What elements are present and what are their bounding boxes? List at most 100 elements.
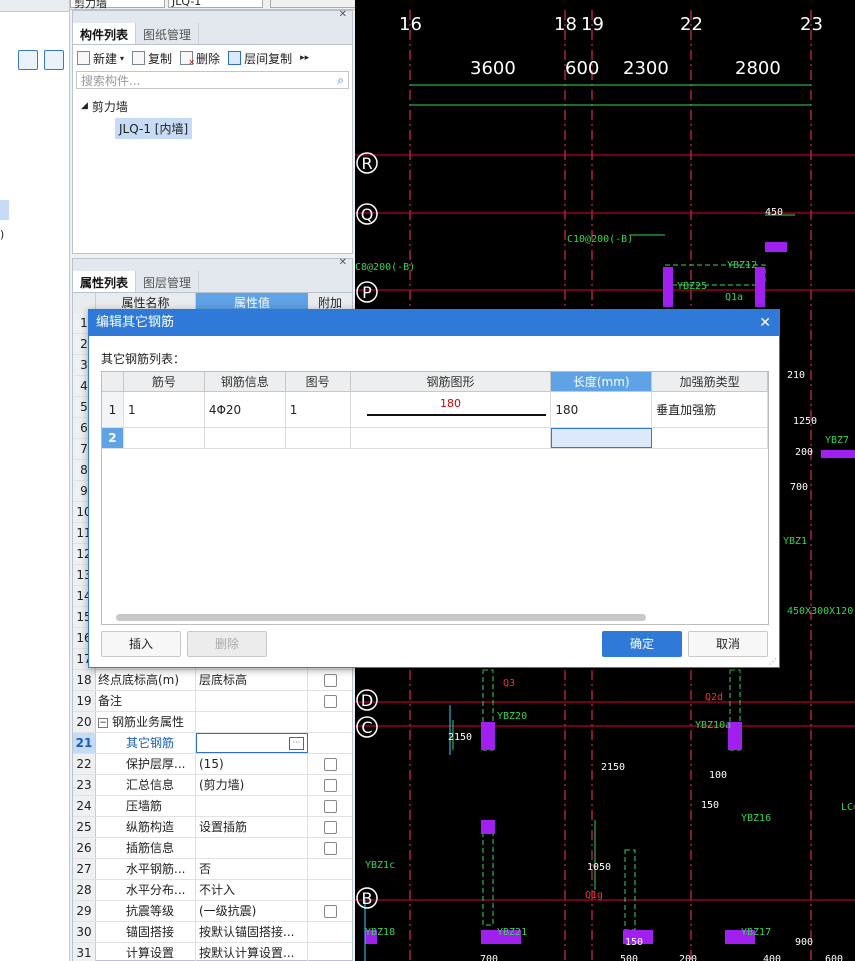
property-value[interactable]: (15) xyxy=(196,754,308,774)
checkbox[interactable] xyxy=(323,694,337,708)
checkbox[interactable] xyxy=(323,799,337,813)
floor-copy-button[interactable]: 层间复制 xyxy=(228,50,292,67)
property-row[interactable]: 27 水平钢筋... 否 xyxy=(73,859,352,880)
resize-grip-icon[interactable]: ⋰ xyxy=(769,657,777,666)
search-input[interactable]: 搜索构件... ⌕ xyxy=(76,71,349,89)
insert-button[interactable]: 插入 xyxy=(101,631,181,657)
property-row[interactable]: 18 终点底标高(m) 层底标高 xyxy=(73,670,352,691)
row-index[interactable]: 23 xyxy=(73,775,96,795)
property-value[interactable]: 否 xyxy=(196,859,308,879)
cell-figure-no[interactable]: 1 xyxy=(286,392,351,427)
row-index[interactable]: 30 xyxy=(73,922,96,942)
cell-rebar-info[interactable]: 4Φ20 xyxy=(205,392,286,427)
floor-select[interactable]: 剪力墙 xyxy=(70,0,165,9)
property-row[interactable]: 30 锚固搭接 按默认锚固搭接... xyxy=(73,922,352,943)
property-row[interactable]: 22 保护层厚... (15) xyxy=(73,754,352,775)
row-index[interactable]: 25 xyxy=(73,817,96,837)
more-button[interactable]: ▸▸ xyxy=(300,53,309,63)
row-index[interactable]: 1 xyxy=(102,392,124,427)
property-row[interactable]: 24 压墙筋 xyxy=(73,796,352,817)
close-icon[interactable]: ✕ xyxy=(759,310,771,336)
new-button[interactable]: 新建 ▾ xyxy=(77,50,124,67)
copy-button[interactable]: 复制 xyxy=(132,50,172,67)
row-index[interactable]: 31 xyxy=(73,943,96,961)
cell-length[interactable]: 180 xyxy=(551,392,653,427)
row-index[interactable]: 22 xyxy=(73,754,96,774)
row-index[interactable]: 21 xyxy=(73,733,96,753)
property-value[interactable] xyxy=(196,691,308,711)
delete-button[interactable]: 删除 xyxy=(180,50,220,67)
tab-layer-management[interactable]: 图层管理 xyxy=(136,271,200,292)
property-value[interactable] xyxy=(196,712,308,732)
property-row[interactable]: 20− 钢筋业务属性 xyxy=(73,712,352,733)
checkbox[interactable] xyxy=(323,904,337,918)
row-index[interactable]: 26 xyxy=(73,838,96,858)
tree-node-shear-wall[interactable]: ◢ 剪力墙 xyxy=(81,95,344,117)
row-index[interactable]: 19 xyxy=(73,691,96,711)
property-value[interactable]: 不计入 xyxy=(196,880,308,900)
checkbox[interactable] xyxy=(323,757,337,771)
property-row[interactable]: 21 其它钢筋 ··· xyxy=(73,733,352,754)
header-rebar-shape[interactable]: 钢筋图形 xyxy=(351,372,552,391)
ok-button[interactable]: 确定 xyxy=(602,631,682,657)
tab-drawing-management[interactable]: 图纸管理 xyxy=(136,23,200,44)
property-row[interactable]: 29 抗震等级 (一级抗震) xyxy=(73,901,352,922)
search-icon[interactable]: ⌕ xyxy=(337,73,344,88)
header-rebar-info[interactable]: 钢筋信息 xyxy=(205,372,286,391)
property-value[interactable]: 按默认锚固搭接... xyxy=(196,922,308,942)
tree-leaf-row[interactable]: JLQ-1 [内墙] xyxy=(81,117,344,139)
row-index[interactable]: 20 xyxy=(73,712,96,732)
tab-component-list[interactable]: 构件列表 xyxy=(73,23,137,44)
list-view-icon[interactable] xyxy=(18,50,38,70)
selected-row-stub[interactable] xyxy=(0,200,9,220)
cell-length[interactable] xyxy=(551,428,653,448)
cell-reinforcement-type[interactable]: 垂直加强筋 xyxy=(652,392,768,427)
checkbox[interactable] xyxy=(323,841,337,855)
delete-button[interactable]: 删除 xyxy=(187,631,267,657)
row-index[interactable]: 24 xyxy=(73,796,96,816)
cell-bar-no[interactable]: 1 xyxy=(124,392,205,427)
close-icon[interactable]: ✕ xyxy=(339,9,347,20)
property-value[interactable] xyxy=(196,796,308,816)
property-value[interactable]: (剪力墙) xyxy=(196,775,308,795)
grid-view-icon[interactable] xyxy=(44,50,64,70)
row-index[interactable]: 18 xyxy=(73,670,96,690)
ellipsis-button[interactable]: ··· xyxy=(289,737,304,750)
cell-bar-no[interactable] xyxy=(124,428,205,448)
collapse-toggle-icon[interactable]: − xyxy=(98,717,108,728)
component-select[interactable]: JLQ-1 xyxy=(168,0,263,8)
property-row[interactable]: 19 备注 xyxy=(73,691,352,712)
checkbox[interactable] xyxy=(323,820,337,834)
cell-rebar-info[interactable] xyxy=(205,428,286,448)
collapse-arrow-icon[interactable]: ◢ xyxy=(81,101,88,111)
tab-property-list[interactable]: 属性列表 xyxy=(73,271,137,292)
cancel-button[interactable]: 取消 xyxy=(688,631,768,657)
property-value[interactable]: 层底标高 xyxy=(196,670,308,690)
row-index[interactable]: 2 xyxy=(102,428,124,448)
header-bar-no[interactable]: 筋号 xyxy=(124,372,205,391)
property-value[interactable] xyxy=(196,838,308,858)
property-value[interactable]: ··· xyxy=(196,733,308,753)
property-row[interactable]: 25 纵筋构造 设置插筋 xyxy=(73,817,352,838)
table-row[interactable]: 2 xyxy=(102,428,768,449)
property-value[interactable]: (一级抗震) xyxy=(196,901,308,921)
property-value[interactable]: 按默认计算设置... xyxy=(196,943,308,961)
cell-rebar-shape[interactable] xyxy=(351,428,552,448)
checkbox[interactable] xyxy=(323,673,337,687)
property-row[interactable]: 26 插筋信息 xyxy=(73,838,352,859)
cell-figure-no[interactable] xyxy=(286,428,351,448)
row-index[interactable]: 27 xyxy=(73,859,96,879)
cell-reinforcement-type[interactable] xyxy=(652,428,768,448)
property-row[interactable]: 23 汇总信息 (剪力墙) xyxy=(73,775,352,796)
row-index[interactable]: 29 xyxy=(73,901,96,921)
header-reinforcement-type[interactable]: 加强筋类型 xyxy=(652,372,768,391)
header-length[interactable]: 长度(mm) xyxy=(551,372,653,391)
property-value[interactable]: 设置插筋 xyxy=(196,817,308,837)
property-row[interactable]: 31 计算设置 按默认计算设置... xyxy=(73,943,352,961)
header-figure-no[interactable]: 图号 xyxy=(286,372,351,391)
close-icon[interactable]: ✕ xyxy=(339,257,347,268)
horizontal-scrollbar[interactable] xyxy=(116,614,646,621)
property-row[interactable]: 28 水平分布... 不计入 xyxy=(73,880,352,901)
row-index[interactable]: 28 xyxy=(73,880,96,900)
cell-rebar-shape[interactable]: 180 xyxy=(351,392,552,427)
